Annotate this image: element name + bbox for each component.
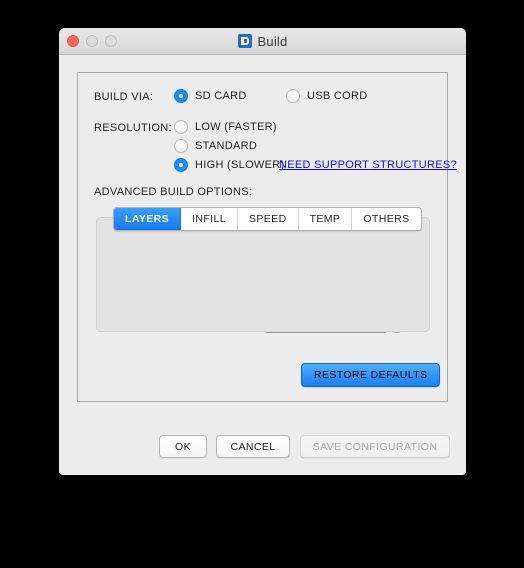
radio-high-slower[interactable]: [174, 158, 188, 172]
cancel-button[interactable]: CANCEL: [216, 435, 290, 458]
resolution-label: RESOLUTION:: [94, 122, 172, 134]
tab-speed[interactable]: SPEED: [237, 208, 299, 230]
layers-tab-panel: [96, 217, 430, 332]
radio-sd-card[interactable]: [174, 89, 188, 103]
build-via-option-usb-cord[interactable]: USB CORD: [286, 89, 367, 103]
ok-button[interactable]: OK: [159, 435, 207, 458]
radio-label-usb-cord: USB CORD: [307, 90, 368, 102]
build-via-label: BUILD VIA:: [94, 91, 154, 103]
resolution-option-standard[interactable]: STANDARD: [174, 139, 257, 153]
build-via-label-wrap: BUILD VIA:: [94, 91, 153, 103]
radio-label-standard: STANDARD: [195, 140, 258, 152]
radio-label-low-faster: LOW (FASTER): [195, 121, 277, 133]
advanced-build-options-label: ADVANCED BUILD OPTIONS:: [94, 186, 253, 198]
radio-standard[interactable]: [174, 139, 188, 153]
window-title: Build: [257, 33, 288, 49]
build-dialog-window: Build BUILD VIA: SD CARD USB CORD RESOLU…: [59, 28, 466, 475]
window-title-group: Build: [59, 28, 466, 54]
screen: Build BUILD VIA: SD CARD USB CORD RESOLU…: [0, 0, 524, 568]
resolution-option-high[interactable]: HIGH (SLOWER): [174, 158, 284, 172]
radio-low-faster[interactable]: [174, 120, 188, 134]
resolution-label-wrap: RESOLUTION:: [94, 122, 172, 134]
tab-layers[interactable]: LAYERS: [114, 208, 182, 230]
build-via-option-sd-card[interactable]: SD CARD: [174, 89, 247, 103]
settings-panel: BUILD VIA: SD CARD USB CORD RESOLUTION: …: [77, 72, 457, 402]
radio-label-sd-card: SD CARD: [195, 90, 247, 102]
tab-others[interactable]: OTHERS: [352, 208, 421, 230]
build-app-icon: [237, 34, 252, 48]
window-titlebar[interactable]: Build: [59, 28, 466, 55]
resolution-option-low[interactable]: LOW (FASTER): [174, 120, 277, 134]
need-support-structures-link[interactable]: NEED SUPPORT STRUCTURES?: [279, 159, 457, 171]
tab-infill[interactable]: INFILL: [181, 208, 238, 230]
restore-defaults-button[interactable]: RESTORE DEFAULTS: [301, 363, 441, 387]
save-configuration-button: SAVE CONFIGURATION: [300, 435, 450, 458]
support-structures-link-wrap: NEED SUPPORT STRUCTURES?: [279, 159, 457, 171]
radio-usb-cord[interactable]: [286, 89, 300, 103]
dialog-body: BUILD VIA: SD CARD USB CORD RESOLUTION: …: [59, 55, 466, 475]
radio-label-high-slower: HIGH (SLOWER): [195, 159, 285, 171]
advanced-options-tabbar: LAYERS INFILL SPEED TEMP OTHERS: [113, 207, 422, 231]
dialog-footer: OK CANCEL SAVE CONFIGURATION: [59, 419, 466, 475]
tab-temp[interactable]: TEMP: [298, 208, 353, 230]
